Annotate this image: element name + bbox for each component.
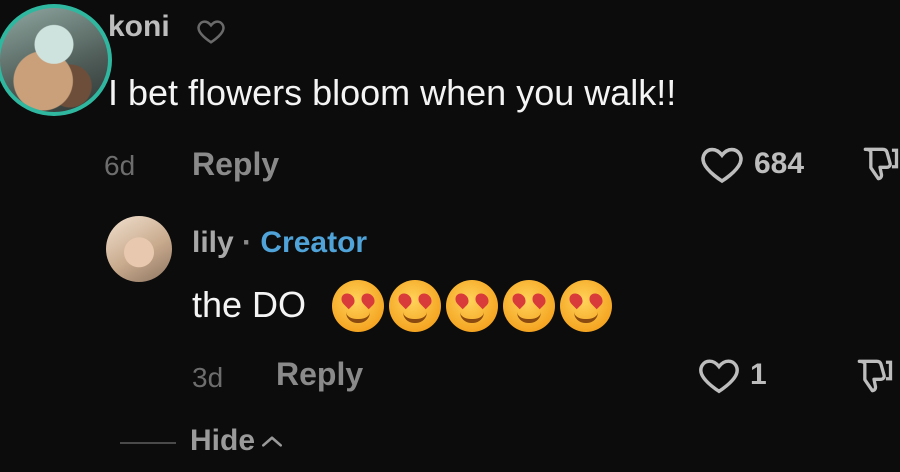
reply-like-count: 1	[750, 358, 767, 391]
chevron-up-icon	[262, 436, 282, 447]
heart-eyes-emoji	[389, 280, 441, 332]
reply-like-button[interactable]: 1	[694, 352, 767, 398]
reply-text: the DO	[192, 284, 307, 325]
hide-label: Hide	[190, 424, 256, 457]
emoji-row	[332, 280, 612, 332]
comment-like-count: 684	[754, 147, 805, 180]
heart-eyes-emoji	[332, 280, 384, 332]
hide-divider	[120, 442, 176, 444]
heart-eyes-emoji	[560, 280, 612, 332]
comment-like-button[interactable]: 684	[696, 140, 804, 188]
comment-text: I bet flowers bloom when you walk!!	[108, 72, 677, 113]
heart-outline-icon	[197, 20, 225, 44]
reply-username[interactable]: lily	[192, 226, 234, 259]
comment-username[interactable]: koni	[108, 10, 170, 44]
heart-eyes-emoji	[446, 280, 498, 332]
creator-badge: Creator	[260, 226, 368, 259]
heart-icon	[699, 359, 739, 394]
reply-time: 3d	[192, 362, 224, 393]
heart-eyes-emoji	[503, 280, 555, 332]
comment-thread: koni I bet flowers bloom when you walk!!…	[0, 0, 900, 472]
reply-separator: ·	[242, 226, 253, 259]
hide-replies-button[interactable]: Hide	[190, 424, 285, 458]
reply-header: lily · Creator	[192, 226, 367, 260]
comment-reply-button[interactable]: Reply	[192, 146, 279, 183]
avatar-lily[interactable]	[106, 216, 172, 282]
thumbs-down-icon[interactable]	[858, 142, 900, 186]
comment-time: 6d	[104, 150, 136, 181]
reply-reply-button[interactable]: Reply	[276, 356, 363, 393]
heart-icon	[701, 147, 743, 184]
thumbs-down-icon[interactable]	[852, 354, 896, 398]
avatar-koni[interactable]	[0, 4, 112, 116]
